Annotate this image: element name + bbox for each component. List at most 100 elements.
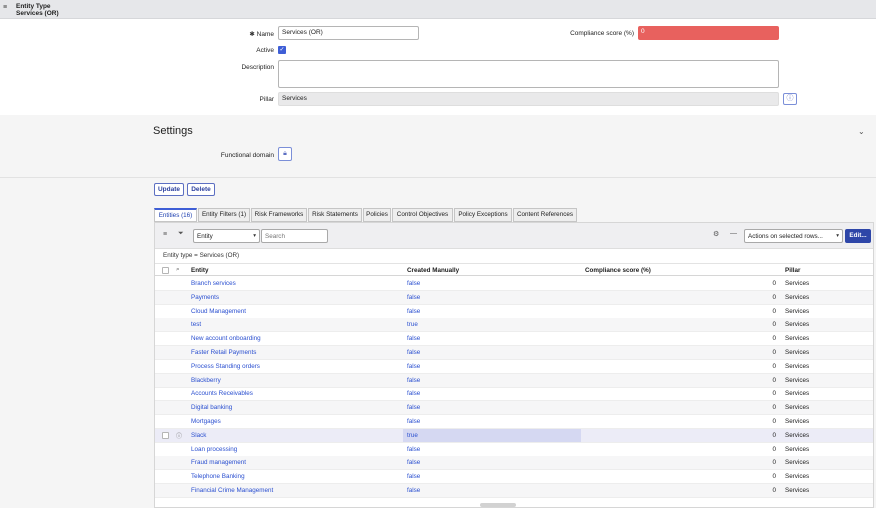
entity-link[interactable]: New account onboarding	[191, 335, 261, 342]
table-row[interactable]: Financial Crime Management false 0 Services	[155, 484, 873, 498]
created-manually-value: false	[407, 459, 421, 467]
entity-link[interactable]: Financial Crime Management	[191, 487, 273, 494]
entities-related-list: ≡ ⏷ Entity▾ ⚙ — Actions on selected rows…	[154, 222, 874, 508]
compliance-score-value: 0	[772, 431, 776, 439]
tab-content-references[interactable]: Content References	[513, 208, 577, 222]
description-textarea[interactable]	[278, 60, 779, 88]
table-row[interactable]: Digital banking false 0 Services	[155, 401, 873, 416]
compliance-score-value: 0	[772, 321, 776, 329]
created-manually-value: false	[407, 293, 421, 301]
column-compliance-score[interactable]: Compliance score (%)	[585, 267, 651, 274]
delete-button[interactable]: Delete	[187, 183, 215, 196]
record-type-title: Entity Type	[16, 3, 51, 10]
tab-control-objectives[interactable]: Control Objectives	[392, 208, 453, 222]
created-cell-highlight	[403, 318, 581, 331]
tab-risk-frameworks[interactable]: Risk Frameworks	[251, 208, 307, 222]
pillar-value: Services	[785, 418, 810, 425]
compliance-score-value: 0	[772, 487, 776, 494]
settings-title: Settings	[153, 125, 193, 137]
table-row[interactable]: Process Standing orders false 0 Services	[155, 360, 873, 374]
chevron-down-icon[interactable]: ⌄	[858, 127, 865, 136]
entity-link[interactable]: Blackberry	[191, 377, 221, 384]
pillar-value: Services	[785, 431, 810, 439]
hamburger-menu-icon[interactable]: ≡	[3, 4, 9, 11]
table-row[interactable]: Accounts Receivables false 0 Services	[155, 387, 873, 402]
tab-policies[interactable]: Policies	[363, 208, 391, 222]
entity-link[interactable]: Digital banking	[191, 404, 232, 411]
required-asterisk-icon: ✱	[249, 31, 257, 38]
table-row[interactable]: ⓘ Slack true 0 Services	[155, 428, 873, 443]
tab-entities[interactable]: Entities (16)	[154, 208, 197, 222]
created-cell-highlight	[403, 470, 581, 483]
table-row[interactable]: Blackberry false 0 Services	[155, 373, 873, 388]
entity-link[interactable]: Loan processing	[191, 446, 237, 453]
active-checkbox[interactable]: ✓	[278, 46, 286, 54]
gear-icon[interactable]: ⚙	[713, 230, 719, 238]
list-menu-icon[interactable]: ≡	[163, 231, 167, 238]
created-cell-highlight	[403, 277, 581, 290]
collapse-icon[interactable]: —	[730, 230, 737, 237]
table-row[interactable]: Faster Retail Payments false 0 Services	[155, 346, 873, 360]
compliance-score-value: 0	[772, 418, 776, 425]
horizontal-scrollbar[interactable]	[480, 503, 516, 507]
entity-link[interactable]: Telephone Banking	[191, 473, 245, 480]
table-row[interactable]: Telephone Banking false 0 Services	[155, 470, 873, 485]
column-pillar[interactable]: Pillar	[785, 267, 800, 274]
compliance-score-value: 0	[772, 473, 776, 481]
edit-button[interactable]: Edit...	[845, 229, 871, 243]
compliance-score-value: 0	[772, 362, 776, 370]
table-row[interactable]: test true 0 Services	[155, 318, 873, 333]
entity-link[interactable]: Faster Retail Payments	[191, 349, 256, 356]
entity-link[interactable]: test	[191, 321, 201, 328]
row-info-icon[interactable]: ⓘ	[176, 431, 182, 440]
search-icon[interactable]: ⌕	[176, 266, 180, 274]
created-cell-highlight	[403, 484, 581, 497]
entity-link[interactable]: Fraud management	[191, 459, 246, 466]
name-input[interactable]: Services (OR)	[278, 26, 419, 40]
entity-link[interactable]: Mortgages	[191, 418, 221, 425]
entity-link[interactable]: Slack	[191, 432, 206, 439]
active-label: Active	[256, 47, 274, 54]
created-cell-highlight	[403, 305, 581, 318]
entity-link[interactable]: Accounts Receivables	[191, 390, 253, 397]
actions-select[interactable]: Actions on selected rows... ▾	[744, 229, 843, 243]
created-cell-highlight	[403, 428, 581, 442]
pillar-value: Services	[785, 321, 810, 329]
entity-link[interactable]: Process Standing orders	[191, 363, 260, 370]
entity-link[interactable]: Payments	[191, 294, 219, 301]
created-manually-value: false	[407, 349, 421, 356]
filter-icon[interactable]: ⏷	[178, 230, 184, 238]
table-row[interactable]: Mortgages false 0 Services	[155, 415, 873, 429]
row-checkbox[interactable]	[162, 431, 169, 439]
search-input[interactable]	[261, 229, 328, 243]
table-row[interactable]: Fraud management false 0 Services	[155, 456, 873, 471]
select-all-checkbox[interactable]	[162, 267, 169, 274]
table-row[interactable]: Cloud Management false 0 Services	[155, 305, 873, 319]
created-cell-highlight	[403, 443, 581, 456]
column-entity[interactable]: Entity	[191, 267, 209, 274]
compliance-score-value: 0	[772, 404, 776, 412]
lock-icon[interactable]: 🔒︎	[278, 147, 292, 161]
entity-link[interactable]: Branch services	[191, 280, 236, 287]
filter-breadcrumb[interactable]: Entity type = Services (OR)	[163, 252, 239, 259]
table-row[interactable]: Loan processing false 0 Services	[155, 443, 873, 457]
chevron-down-icon: ▾	[836, 233, 839, 239]
table-row[interactable]: Branch services false 0 Services	[155, 277, 873, 291]
compliance-score-value: 0	[772, 335, 776, 343]
tab-risk-statements[interactable]: Risk Statements	[308, 208, 362, 222]
pillar-value: Services	[785, 335, 810, 343]
compliance-score-value: 0	[772, 390, 776, 398]
tab-policy-exceptions[interactable]: Policy Exceptions	[454, 208, 512, 222]
update-button[interactable]: Update	[154, 183, 184, 196]
table-row[interactable]: New account onboarding false 0 Services	[155, 332, 873, 347]
entity-link[interactable]: Cloud Management	[191, 308, 246, 315]
tab-entity-filters[interactable]: Entity Filters (1)	[198, 208, 250, 222]
column-created-manually[interactable]: Created Manually	[407, 267, 459, 274]
table-row[interactable]: Payments false 0 Services	[155, 290, 873, 305]
compliance-score-value: 0	[772, 349, 776, 356]
created-manually-value: false	[407, 390, 421, 398]
created-manually-value: false	[407, 418, 421, 425]
record-name-title: Services (OR)	[16, 10, 59, 17]
pillar-info-icon[interactable]: ⓘ	[783, 93, 797, 105]
search-field-select[interactable]: Entity ▾	[193, 229, 260, 243]
